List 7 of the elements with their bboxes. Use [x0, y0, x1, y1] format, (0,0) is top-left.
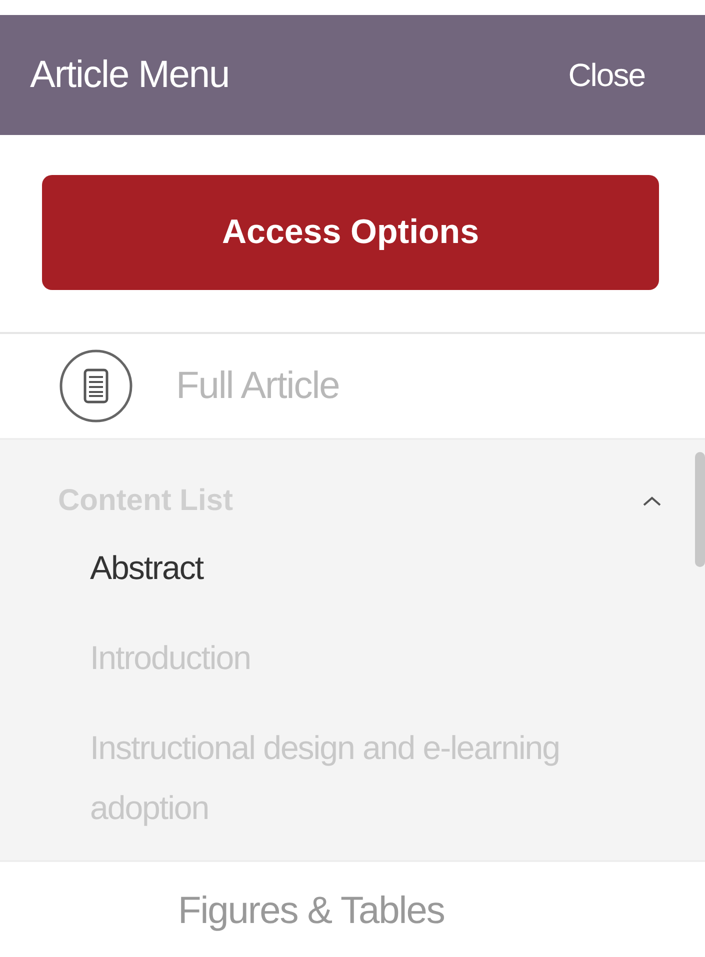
access-options-button[interactable]: Access Options [42, 175, 659, 290]
figures-tables-link[interactable]: Figures & Tables [0, 860, 705, 933]
menu-title: Article Menu [30, 54, 230, 96]
content-list-item[interactable]: Abstract [58, 538, 665, 598]
document-icon [58, 348, 134, 424]
close-button[interactable]: Close [568, 56, 645, 94]
scrollbar-thumb[interactable] [695, 452, 705, 567]
